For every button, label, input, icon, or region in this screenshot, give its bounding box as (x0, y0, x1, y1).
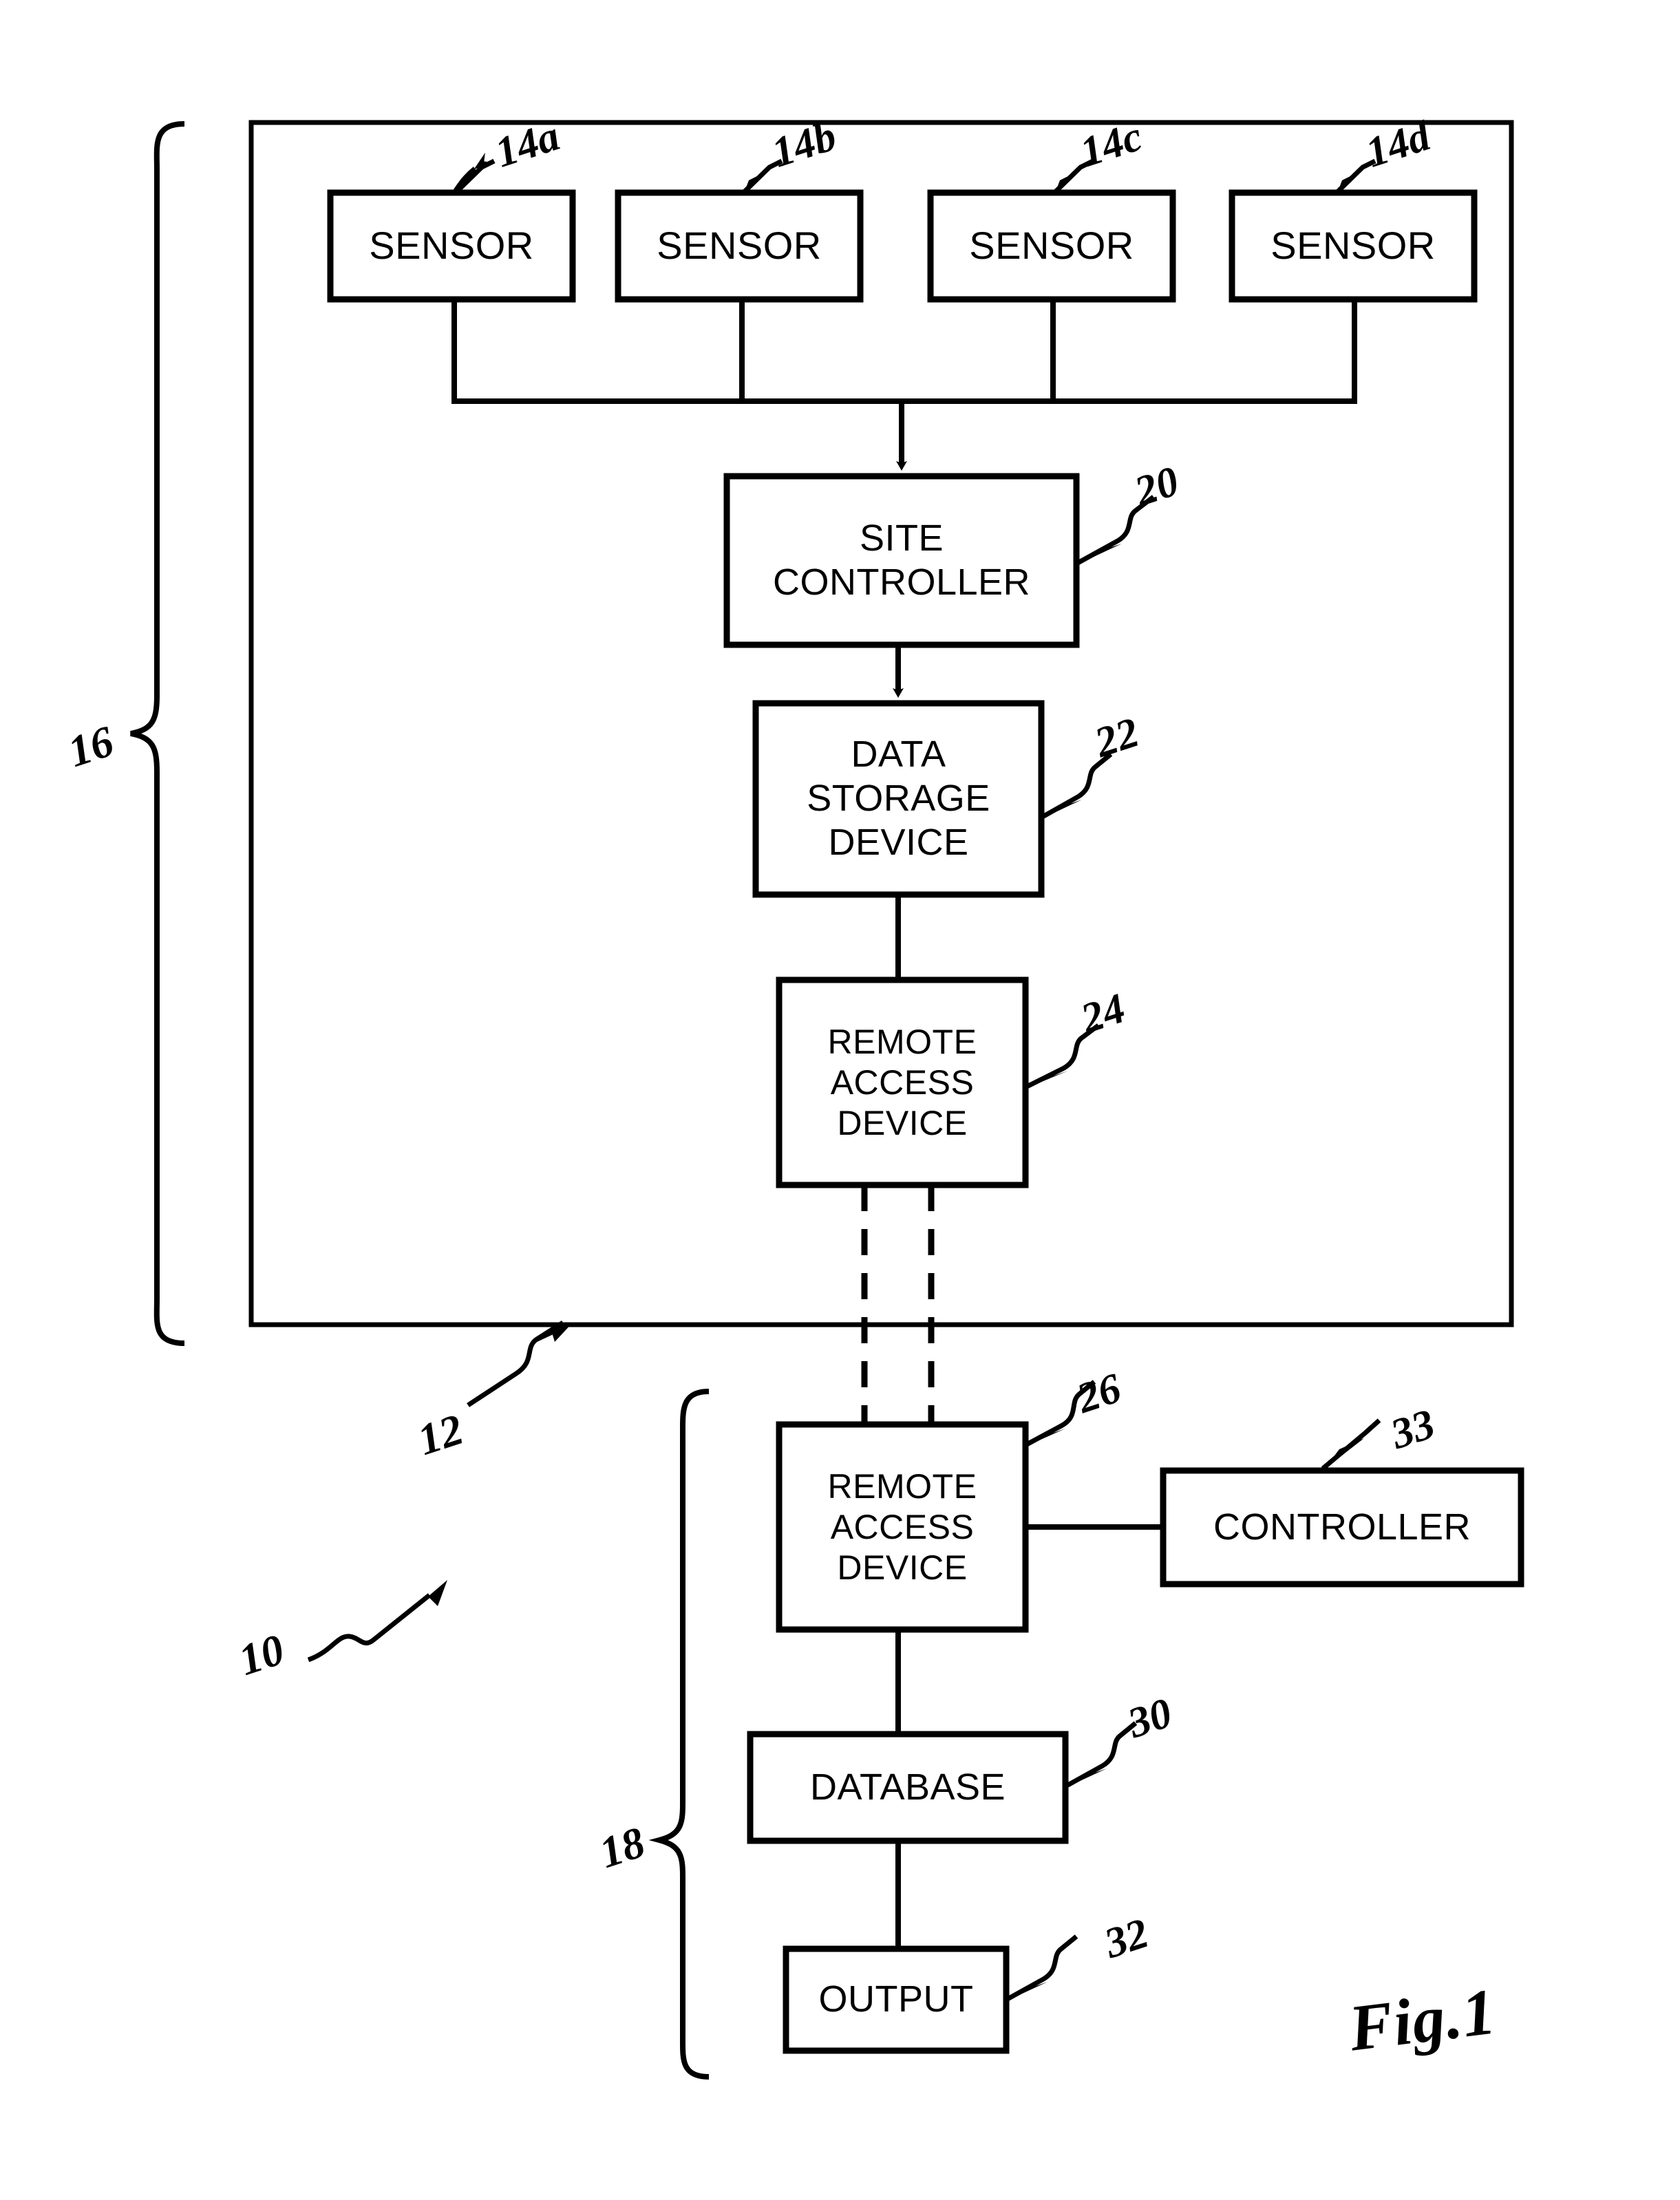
sensor-c-box (927, 189, 1176, 303)
patent-figure-1: SENSOR SENSOR SENSOR SENSOR SITE CONTROL… (0, 0, 1680, 2200)
data-storage-box (752, 700, 1045, 898)
sensor-d-box (1229, 189, 1478, 303)
remote-access-site-box (776, 976, 1029, 1188)
output-box (783, 1945, 1010, 2054)
leader-32 (1005, 1934, 1078, 2003)
grouping-brace-18 (648, 1389, 710, 2080)
sensor-bus-wiring (451, 299, 1357, 404)
leader-10 (307, 1593, 432, 1663)
sensor-b-box (615, 189, 864, 303)
leader-20 (1076, 495, 1156, 566)
sensor-a-box (327, 189, 576, 303)
block-outlines (327, 189, 1524, 2054)
site-controller-box (723, 473, 1080, 648)
leader-22 (1040, 752, 1113, 820)
site-enclosure-outline (248, 120, 1514, 1327)
leader-26 (1024, 1380, 1096, 1448)
controller-box (1160, 1467, 1524, 1588)
leader-lines (307, 152, 1381, 2003)
grouping-brace-16 (130, 121, 185, 1346)
leader-24 (1024, 1023, 1100, 1090)
database-box (747, 1731, 1069, 1844)
leader-30 (1064, 1721, 1138, 1789)
remote-access-central-box (776, 1421, 1029, 1633)
figure-linework (130, 120, 1524, 2080)
remote-access-dashed-link (861, 1185, 935, 1424)
